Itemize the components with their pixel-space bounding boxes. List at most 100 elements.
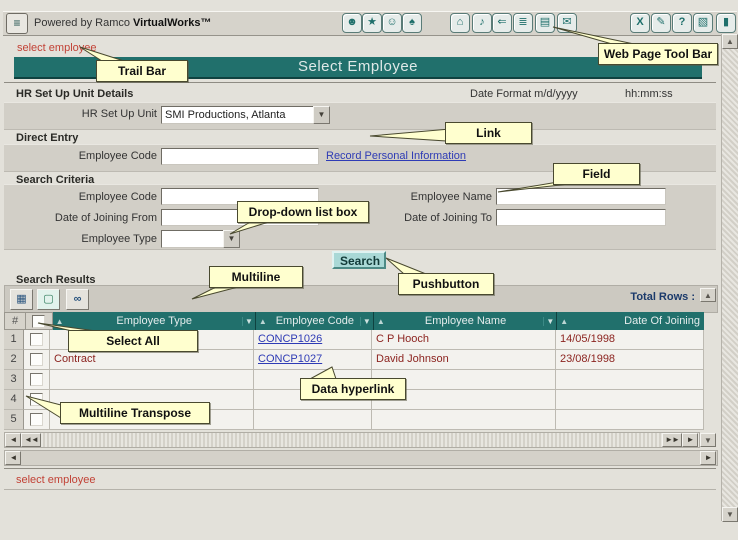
row-select-cell[interactable]: [24, 410, 50, 430]
callout-select-all: Select All: [68, 330, 198, 352]
user-icon[interactable]: ☻: [342, 13, 362, 33]
user-query-icon[interactable]: ☺: [382, 13, 402, 33]
select-all-checkbox[interactable]: [32, 315, 45, 328]
grid-horizontal-scrollbar[interactable]: [4, 432, 700, 448]
callout-multiline: Multiline: [209, 266, 303, 288]
row-checkbox[interactable]: [30, 333, 43, 346]
callout-multiline-transpose: Multiline Transpose: [60, 402, 210, 424]
select-all-header[interactable]: [26, 312, 53, 330]
date-of-joining-cell: [556, 390, 704, 410]
employee-code-header[interactable]: ▲ Employee Code ▼: [256, 312, 374, 330]
callout-trail-bar: Trail Bar: [96, 60, 188, 82]
employee-code-link[interactable]: CONCP1026: [258, 333, 322, 345]
employee-name-header[interactable]: ▲ Employee Name ▼: [374, 312, 557, 330]
row-checkbox[interactable]: [30, 373, 43, 386]
page-scroll-up-icon[interactable]: ▲: [722, 34, 738, 49]
powered-by-text: Powered by Ramco VirtualWorks™: [34, 17, 212, 29]
date-of-joining-cell: [556, 410, 704, 430]
direct-employee-code-label: Employee Code: [20, 150, 157, 162]
row-number[interactable]: 1: [4, 330, 24, 350]
column-filter-icon[interactable]: ▼: [242, 317, 255, 326]
employee-type-dropdown-icon[interactable]: ▼: [223, 230, 240, 248]
grid-page-last-icon[interactable]: ►►: [662, 433, 682, 447]
close-icon[interactable]: X: [630, 13, 650, 33]
grid-scroll-right-icon[interactable]: ►: [682, 433, 698, 447]
page-vertical-scrollbar[interactable]: [721, 34, 738, 521]
notes-icon[interactable]: ✎: [651, 13, 671, 33]
mail-icon[interactable]: ✉: [557, 13, 577, 33]
row-number[interactable]: 2: [4, 350, 24, 370]
trail-bar[interactable]: select employee: [17, 42, 97, 54]
search-button[interactable]: Search: [332, 251, 386, 269]
row-number[interactable]: 4: [4, 390, 24, 410]
document-icon[interactable]: ▤: [535, 13, 555, 33]
grid-scroll-down-icon[interactable]: ▼: [700, 433, 716, 447]
date-of-joining-header[interactable]: ▲ Date Of Joining: [557, 312, 704, 330]
sort-asc-icon[interactable]: ▲: [259, 317, 267, 326]
date-of-joining-cell: [556, 370, 704, 390]
callout-link: Link: [445, 122, 532, 144]
date-of-joining-cell: 23/08/1998: [556, 350, 704, 370]
hr-setup-unit-dropdown-icon[interactable]: ▼: [313, 106, 330, 124]
search-employee-code-label: Employee Code: [20, 191, 157, 203]
footer-trail-bar[interactable]: select employee: [16, 474, 96, 486]
star-icon[interactable]: ★: [362, 13, 382, 33]
employee-type-select[interactable]: [161, 230, 225, 248]
record-personal-information-link[interactable]: Record Personal Information: [326, 150, 466, 162]
row-checkbox[interactable]: [30, 353, 43, 366]
table-header-row: # ▲ Employee Type ▼ ▲ Employee Code ▼ ▲ …: [4, 312, 704, 330]
exit-icon[interactable]: ▮: [716, 13, 736, 33]
help-icon[interactable]: ?: [672, 13, 692, 33]
hr-setup-unit-label: HR Set Up Unit: [20, 108, 157, 120]
frame-scroll-right-icon[interactable]: ►: [700, 451, 716, 465]
doc-alert-icon[interactable]: ▧: [693, 13, 713, 33]
employee-code-link[interactable]: CONCP1027: [258, 353, 322, 365]
sort-asc-icon[interactable]: ▲: [560, 317, 568, 326]
menu-icon[interactable]: ≡: [6, 13, 28, 34]
frame-scroll-left-icon[interactable]: ◄: [5, 451, 21, 465]
frame-horizontal-scrollbar[interactable]: [4, 450, 718, 466]
find-icon[interactable]: ∞: [66, 289, 89, 310]
hr-setup-unit-select[interactable]: SMI Productions, Atlanta: [161, 106, 315, 124]
home-icon[interactable]: ⌂: [450, 13, 470, 33]
row-select-cell[interactable]: [24, 350, 50, 370]
org-chart-icon[interactable]: ≣: [513, 13, 533, 33]
employee-type-header[interactable]: ▲ Employee Type ▼: [53, 312, 256, 330]
grid-scroll-up-icon[interactable]: ▲: [700, 288, 716, 302]
total-rows-label: Total Rows :: [560, 291, 695, 303]
employee-name-cell: C P Hooch: [372, 330, 556, 350]
callout-field: Field: [553, 163, 640, 185]
sort-asc-icon[interactable]: ▲: [56, 317, 64, 326]
row-checkbox[interactable]: [30, 413, 43, 426]
employee-name-cell: [372, 410, 556, 430]
date-of-joining-cell: 14/05/1998: [556, 330, 704, 350]
row-number[interactable]: 3: [4, 370, 24, 390]
page-scroll-down-icon[interactable]: ▼: [722, 507, 738, 522]
direct-entry-section-label: Direct Entry: [16, 132, 78, 144]
hr-setup-section-label: HR Set Up Unit Details: [16, 88, 133, 100]
employee-name-cell: David Johnson: [372, 350, 556, 370]
row-number-header: #: [4, 312, 26, 330]
table-row: 2 Contract CONCP1027 David Johnson 23/08…: [4, 350, 704, 370]
key-icon[interactable]: ♪: [472, 13, 492, 33]
shield-icon[interactable]: ♠: [402, 13, 422, 33]
row-select-cell[interactable]: [24, 390, 50, 410]
column-filter-icon[interactable]: ▼: [360, 317, 373, 326]
employee-type-cell: [50, 370, 254, 390]
transpose-icon[interactable]: ▢: [37, 289, 60, 310]
row-checkbox[interactable]: [30, 393, 43, 406]
row-select-cell[interactable]: [24, 330, 50, 350]
date-of-joining-to-input[interactable]: [496, 209, 666, 226]
search-employee-name-input[interactable]: [496, 188, 666, 205]
callout-dropdown: Drop-down list box: [237, 201, 369, 223]
sort-asc-icon[interactable]: ▲: [377, 317, 385, 326]
row-select-cell[interactable]: [24, 370, 50, 390]
grid-page-first-icon[interactable]: ◄◄: [21, 433, 41, 447]
callout-data-hyperlink: Data hyperlink: [300, 378, 406, 400]
row-number[interactable]: 5: [4, 410, 24, 430]
direct-employee-code-input[interactable]: [161, 148, 319, 165]
column-filter-icon[interactable]: ▼: [543, 317, 556, 326]
print-icon[interactable]: ▦: [10, 289, 33, 310]
grid-scroll-left-icon[interactable]: ◄: [5, 433, 21, 447]
back-icon[interactable]: ⇐: [492, 13, 512, 33]
